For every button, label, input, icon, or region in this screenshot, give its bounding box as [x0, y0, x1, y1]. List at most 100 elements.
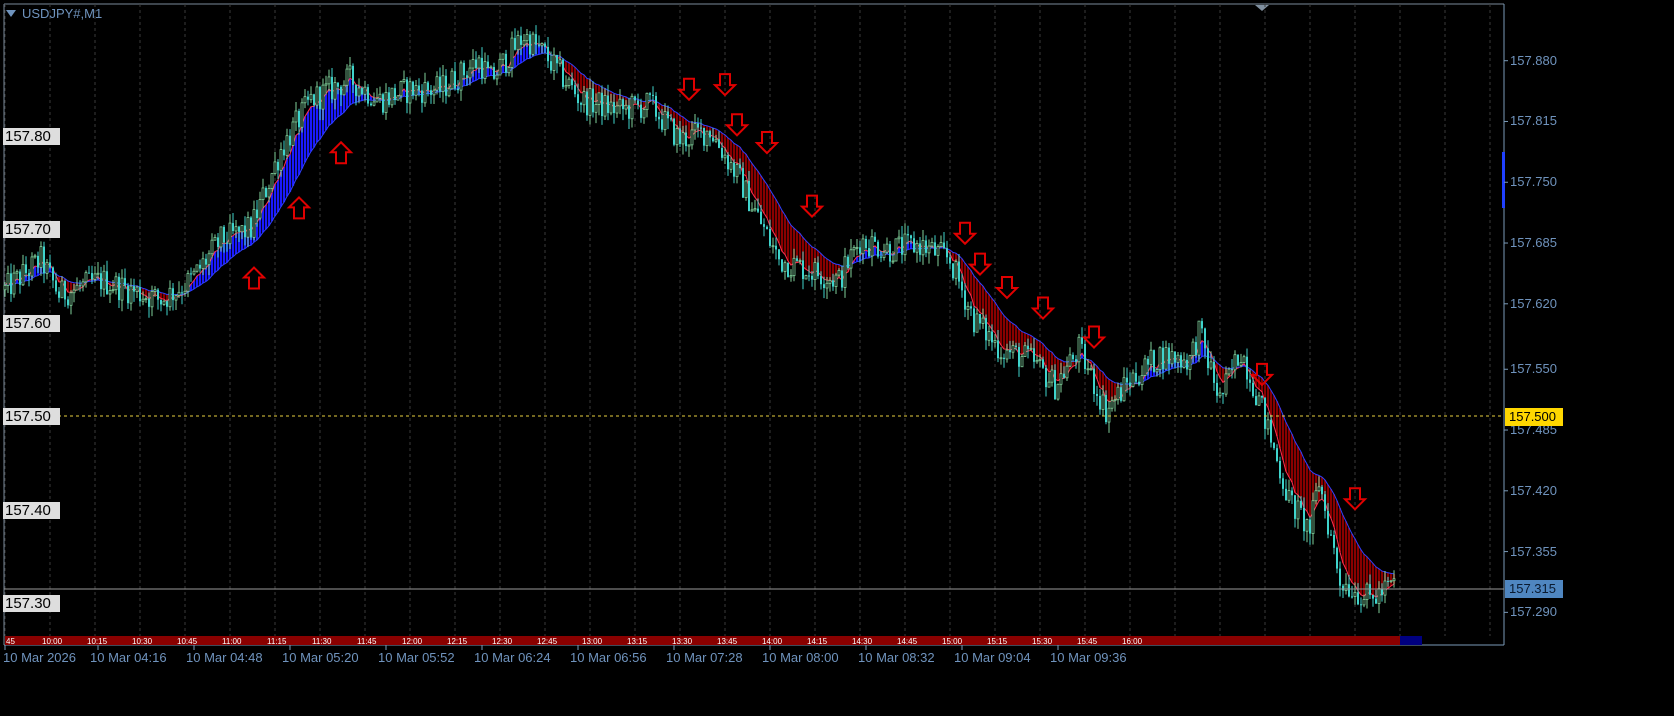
candle-body [367, 87, 369, 104]
candle-body [1357, 592, 1359, 605]
candle-body [567, 78, 571, 86]
collapse-triangle-icon[interactable] [6, 10, 16, 17]
candle-body [823, 284, 825, 289]
candle-body [849, 249, 853, 269]
candle-body [675, 128, 679, 146]
candle-body [256, 209, 258, 219]
candle-body [1270, 419, 1272, 443]
candle-body [640, 104, 642, 118]
candle-body [891, 260, 895, 263]
candle-body [148, 298, 150, 307]
candle-body [307, 96, 309, 100]
candle-body [93, 273, 97, 280]
candle-body [961, 281, 963, 291]
candle-body [997, 340, 999, 359]
candle-body [331, 76, 333, 100]
candle-body [432, 89, 436, 96]
candle-body [100, 273, 102, 290]
candle-body [1050, 369, 1054, 383]
candle [804, 274, 808, 280]
candle-body [72, 289, 76, 294]
candle-body [190, 273, 192, 275]
candle-body [435, 76, 439, 91]
candle [300, 98, 304, 133]
candle-body [1351, 596, 1353, 598]
candle-body [252, 209, 256, 238]
candle-body [1377, 588, 1381, 604]
candle-body [1135, 373, 1137, 382]
candle-body [337, 82, 339, 87]
candle-body [954, 261, 958, 279]
candle-body [1227, 368, 1231, 375]
candle-body [19, 271, 21, 285]
candle-body [1209, 361, 1213, 369]
candle-body [889, 244, 891, 262]
candle-body [1222, 392, 1224, 395]
left-price-label: 157.40 [3, 501, 60, 519]
candle [562, 58, 564, 90]
time-axis-label: 10 Mar 08:32 [858, 650, 935, 665]
candle-body [1197, 320, 1201, 356]
candle-body [1216, 382, 1218, 396]
candle-body [439, 76, 441, 92]
candle-body [315, 86, 319, 106]
candle-body [345, 68, 349, 86]
candle-body [60, 280, 64, 299]
candle-body [1005, 349, 1009, 360]
candle [787, 262, 789, 278]
candle-body [303, 96, 307, 104]
candle-body [1101, 394, 1105, 410]
candle-body [670, 118, 672, 120]
candle-body [195, 264, 199, 272]
candle-body [244, 225, 246, 238]
candle-body [1089, 368, 1093, 371]
candle-body [852, 247, 856, 251]
candle-body [118, 276, 120, 301]
candle-body [1294, 495, 1296, 519]
candle-body [84, 272, 88, 283]
candle-body [1336, 547, 1338, 569]
candle-body [1038, 358, 1042, 361]
left-price-label: 157.70 [3, 221, 60, 238]
candle-body [1257, 395, 1261, 406]
candle-body [985, 318, 987, 341]
candle-body [915, 242, 919, 253]
candle [367, 84, 369, 107]
candle-body [49, 262, 51, 268]
candle-body [313, 94, 315, 106]
candle-body [1353, 591, 1357, 597]
candle-body [847, 256, 849, 269]
price-axis-label: 157.685 [1510, 235, 1557, 251]
candle-body [1309, 519, 1311, 534]
chart-title[interactable]: USDJPY#,M1 [6, 6, 102, 21]
candle-body [108, 290, 112, 295]
left-price-label: 157.60 [3, 314, 60, 332]
candle-body [832, 280, 834, 287]
candle-body [571, 79, 573, 86]
candle-body [1392, 578, 1396, 582]
candle-body [901, 237, 903, 255]
candle-body [973, 308, 975, 333]
candle-body [427, 82, 429, 91]
session-time-label: 13:00 [582, 637, 603, 646]
price-axis-label: 157.420 [1510, 482, 1557, 498]
axis-scroll-marker [1502, 152, 1505, 208]
candle-body [75, 284, 79, 291]
candle-body [355, 84, 357, 96]
candle-body [114, 276, 118, 291]
candle [265, 186, 267, 198]
candle-body [763, 224, 765, 227]
candle-body [1249, 379, 1251, 383]
level-price-badge: 157.500 [1505, 408, 1563, 426]
candle-body [522, 40, 526, 46]
time-axis-label: 10 Mar 05:20 [282, 650, 359, 665]
candle-body [808, 275, 810, 277]
price-chart[interactable] [0, 0, 1674, 716]
session-time-label: 15:45 [1077, 637, 1098, 646]
candle-body [213, 237, 217, 241]
candle-body [270, 173, 274, 189]
candle-body [1086, 368, 1090, 371]
candle-body [885, 243, 889, 253]
candle-body [535, 34, 537, 45]
candle-body [1239, 362, 1243, 367]
